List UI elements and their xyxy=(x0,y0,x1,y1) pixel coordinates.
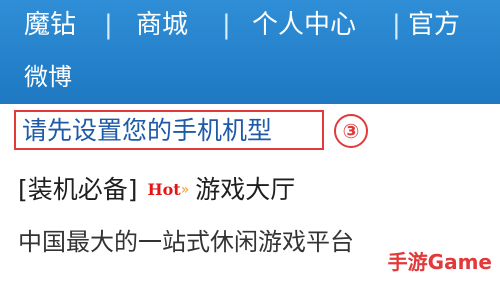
nav-link-personal-center[interactable]: 个人中心 xyxy=(252,0,356,50)
setup-phone-model-label: 请先设置您的手机机型 xyxy=(22,116,273,145)
nav-link-weibo[interactable]: 微博 xyxy=(24,50,72,104)
nav-link-mall[interactable]: 商城 xyxy=(136,0,188,50)
nav-separator: | xyxy=(392,10,401,40)
top-navigation: 魔钻 | 商城 | 个人中心 | 官方 微博 xyxy=(0,0,500,104)
app-category-tag: [装机必备] xyxy=(18,175,138,204)
nav-separator: | xyxy=(104,10,113,40)
hot-arrow-icon: » xyxy=(180,182,190,198)
step-number-badge: ③ xyxy=(334,114,368,148)
nav-row-2: 微博 xyxy=(0,50,500,104)
setup-phone-model-link[interactable]: 请先设置您的手机机型 xyxy=(14,110,324,150)
hot-badge: Hot xyxy=(147,180,181,199)
nav-link-mozuan[interactable]: 魔钻 xyxy=(24,0,76,50)
nav-separator: | xyxy=(222,10,231,40)
watermark-logo: 手游Game xyxy=(387,250,492,274)
slogan-text: 中国最大的一站式休闲游戏平台 xyxy=(18,228,354,256)
nav-row-1: 魔钻 | 商城 | 个人中心 | 官方 xyxy=(0,0,500,50)
list-item-game-hall[interactable]: [装机必备] Hot» 游戏大厅 xyxy=(18,170,295,206)
app-name: 游戏大厅 xyxy=(195,175,296,204)
nav-link-official[interactable]: 官方 xyxy=(408,0,460,50)
